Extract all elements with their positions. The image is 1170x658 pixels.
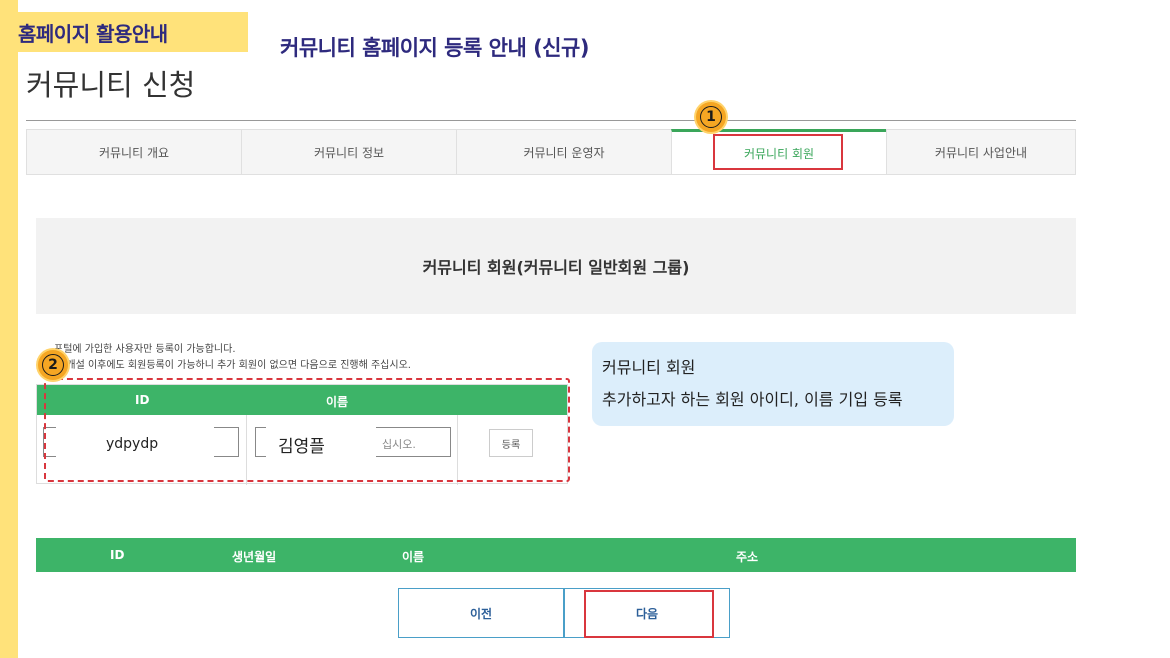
- tab-info[interactable]: 커뮤니티 정보: [241, 129, 456, 175]
- members-tab-highlight: [713, 134, 843, 170]
- callout-title: 커뮤니티 회원: [602, 358, 696, 377]
- list-header-name: 이름: [402, 550, 425, 564]
- guide-tag: 홈페이지 활용안내: [18, 12, 248, 52]
- title-divider: [26, 120, 1076, 121]
- member-input-highlight: [44, 378, 570, 482]
- tab-overview[interactable]: 커뮤니티 개요: [26, 129, 241, 175]
- member-list-header: ID 생년월일 이름 주소: [36, 538, 1076, 572]
- tab-operator[interactable]: 커뮤니티 운영자: [456, 129, 671, 175]
- next-button-highlight: [584, 590, 714, 638]
- guide-title: 커뮤니티 홈페이지 등록 안내 (신규): [280, 36, 589, 60]
- notes: 포털에 가입한 사용자만 등록이 가능합니다. 티 개설 이후에도 회원등록이 …: [54, 342, 411, 374]
- list-header-id: ID: [110, 548, 125, 562]
- step-number: 2: [42, 354, 64, 376]
- step-badge-2: 2: [38, 350, 68, 380]
- note-line: 티 개설 이후에도 회원등록이 가능하니 추가 회원이 없으면 다음으로 진행해…: [54, 360, 411, 371]
- tab-business[interactable]: 커뮤니티 사업안내: [886, 129, 1076, 175]
- guide-left-strip: [0, 0, 18, 658]
- note-line: 포털에 가입한 사용자만 등록이 가능합니다.: [54, 344, 236, 355]
- list-header-birthdate: 생년월일: [232, 550, 277, 564]
- members-callout: 커뮤니티 회원 추가하고자 하는 회원 아이디, 이름 기입 등록: [592, 342, 954, 426]
- step-number: 1: [700, 106, 722, 128]
- list-header-address: 주소: [736, 550, 759, 564]
- step-badge-1: 1: [696, 102, 726, 132]
- tab-bar: 커뮤니티 개요 커뮤니티 정보 커뮤니티 운영자 커뮤니티 회원 커뮤니티 사업…: [26, 129, 1076, 175]
- callout-desc: 추가하고자 하는 회원 아이디, 이름 기입 등록: [602, 390, 903, 409]
- prev-button[interactable]: 이전: [398, 588, 564, 638]
- section-heading: 커뮤니티 회원(커뮤니티 일반회원 그룹): [36, 218, 1076, 314]
- page-title: 커뮤니티 신청: [26, 68, 196, 102]
